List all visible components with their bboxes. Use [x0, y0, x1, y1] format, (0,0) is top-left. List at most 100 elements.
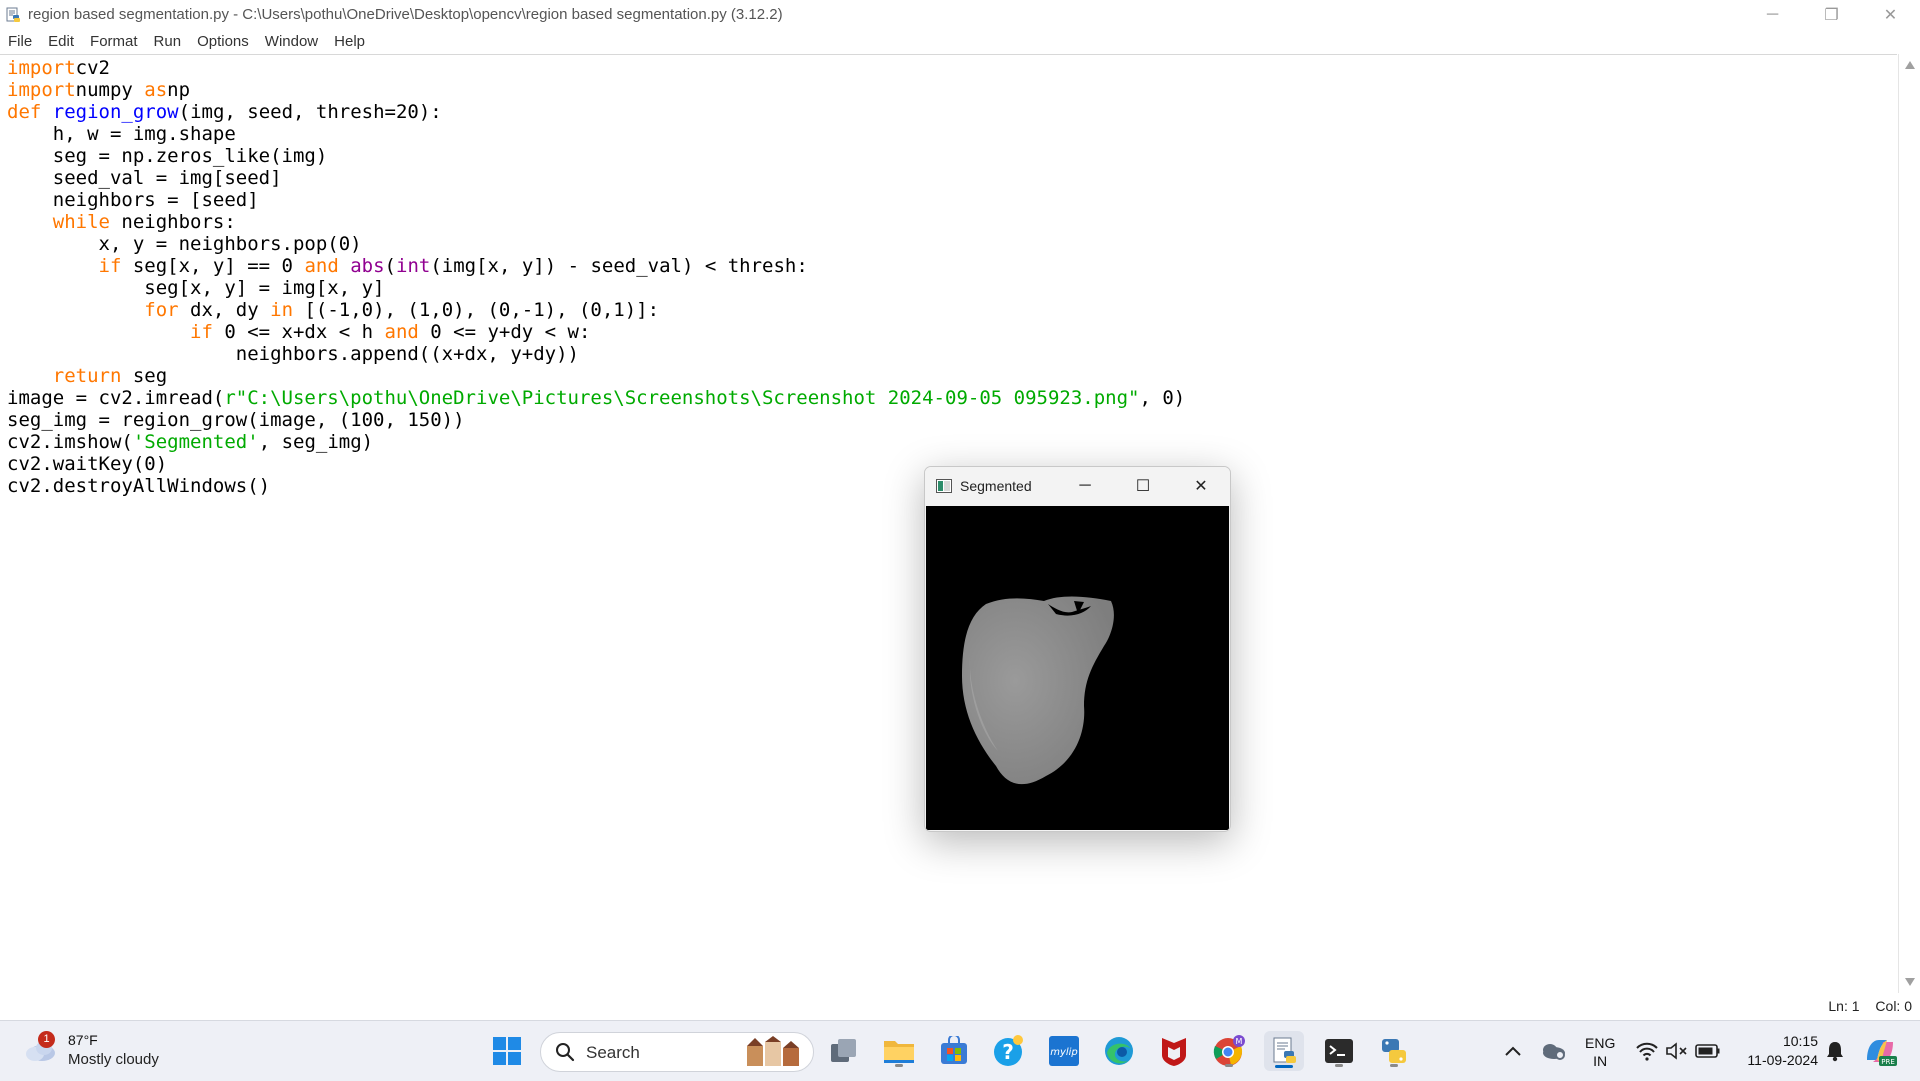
edge-icon[interactable] [1099, 1031, 1139, 1071]
code-token: and [304, 255, 339, 277]
code-token: cv2.imshow( [7, 431, 133, 453]
code-line[interactable]: neighbors = [seed] [7, 189, 1185, 211]
vertical-scrollbar[interactable] [1898, 54, 1920, 993]
code-token: h, w = img.shape [7, 123, 236, 145]
code-token: and [384, 321, 419, 343]
code-line[interactable]: seg = np.zeros_like(img) [7, 145, 1185, 167]
language-indicator[interactable]: ENG IN [1585, 1034, 1615, 1070]
terminal-icon[interactable] [1319, 1031, 1359, 1071]
code-token: seg_img = region_grow(image, (100, 150)) [7, 409, 465, 431]
file-explorer-icon[interactable] [879, 1031, 919, 1071]
code-token: dx, dy [178, 299, 271, 321]
menu-run[interactable]: Run [146, 29, 190, 54]
code-line[interactable]: x, y = neighbors.pop(0) [7, 233, 1185, 255]
code-line[interactable]: for dx, dy in [(-1,0), (1,0), (0,-1), (0… [7, 299, 1185, 321]
copilot-icon[interactable]: PRE [1860, 1031, 1900, 1071]
restore-button[interactable]: ❐ [1802, 0, 1861, 29]
code-line[interactable]: if 0 <= x+dx < h and 0 <= y+dy < w: [7, 321, 1185, 343]
weather-widget[interactable]: 1 87°F Mostly cloudy [22, 1031, 159, 1069]
code-token: in [270, 299, 294, 321]
segmented-minimize-button[interactable]: ─ [1056, 467, 1114, 505]
running-indicator [1225, 1064, 1233, 1067]
code-token: cv2.waitKey(0) [7, 453, 168, 475]
weather-temp: 87°F [68, 1032, 98, 1048]
clock[interactable]: 10:15 11-09-2024 [1747, 1032, 1818, 1070]
start-icon[interactable] [487, 1031, 527, 1071]
segmented-window[interactable]: Segmented ─ ☐ ✕ [924, 466, 1231, 832]
code-token: for [144, 299, 179, 321]
onedrive-cloud-icon[interactable] [1533, 1031, 1573, 1071]
chevron-up-icon[interactable] [1493, 1031, 1533, 1071]
scroll-down-icon[interactable] [1905, 978, 1915, 986]
help-icon[interactable]: ? [989, 1031, 1029, 1071]
code-token: np [167, 79, 191, 101]
chrome-profile-badge: M [1236, 1037, 1243, 1046]
code-line[interactable]: seg[x, y] = img[x, y] [7, 277, 1185, 299]
code-token: while [52, 211, 110, 233]
code-token: cv2.destroyAllWindows() [7, 475, 271, 497]
notification-bell-icon[interactable] [1815, 1031, 1855, 1071]
code-token: (img[x, y]) - seed_val) < thresh: [430, 255, 808, 277]
code-line[interactable]: neighbors.append((x+dx, y+dy)) [7, 343, 1185, 365]
battery-icon[interactable] [1688, 1031, 1728, 1071]
segmented-image [926, 506, 1229, 830]
code-token: if [190, 321, 213, 343]
task-view-icon[interactable] [824, 1031, 864, 1071]
code-token: cv2 [75, 57, 110, 79]
weather-condition: Mostly cloudy [68, 1051, 159, 1068]
code-token: 0 <= y+dy < w: [418, 321, 591, 343]
idle-taskbar-icon[interactable] [1264, 1031, 1304, 1071]
chrome-icon[interactable]: M [1209, 1031, 1249, 1071]
code-line[interactable]: image = cv2.imread(r"C:\Users\pothu\OneD… [7, 387, 1185, 409]
python-icon[interactable] [1374, 1031, 1414, 1071]
menu-help[interactable]: Help [326, 29, 373, 54]
close-button[interactable]: ✕ [1861, 0, 1920, 29]
segmented-maximize-button[interactable]: ☐ [1114, 467, 1172, 505]
code-token: neighbors: [109, 211, 236, 233]
window-title: region based segmentation.py - C:\Users\… [28, 6, 783, 23]
code-token: , seg_img) [258, 431, 374, 453]
segmented-title-bar[interactable]: Segmented ─ ☐ ✕ [925, 467, 1230, 505]
code-line[interactable]: if seg[x, y] == 0 and abs(int(img[x, y])… [7, 255, 1185, 277]
code-line[interactable]: while neighbors: [7, 211, 1185, 233]
code-token: neighbors.append((x+dx, y+dy)) [7, 343, 579, 365]
menu-format[interactable]: Format [82, 29, 146, 54]
mcafee-icon[interactable] [1154, 1031, 1194, 1071]
code-token: region_grow [52, 101, 179, 123]
store-icon[interactable] [934, 1031, 974, 1071]
scroll-up-icon[interactable] [1905, 61, 1915, 69]
code-token: (img, seed, thresh=20): [178, 101, 442, 123]
code-line[interactable]: return seg [7, 365, 1185, 387]
menu-file[interactable]: File [0, 29, 40, 54]
code-line[interactable]: seed_val = img[seed] [7, 167, 1185, 189]
segmented-close-button[interactable]: ✕ [1172, 467, 1230, 505]
image-window-icon [936, 479, 952, 493]
code-line[interactable]: h, w = img.shape [7, 123, 1185, 145]
code-line[interactable]: importcv2 [7, 57, 1185, 79]
code-token: 0 <= x+dx < h [212, 321, 385, 343]
menu-edit[interactable]: Edit [40, 29, 82, 54]
weather-badge: 1 [38, 1031, 55, 1048]
region-code: IN [1593, 1053, 1608, 1069]
active-indicator [1275, 1065, 1293, 1068]
code-line[interactable]: seg_img = region_grow(image, (100, 150)) [7, 409, 1185, 431]
line-indicator: Ln: 1 [1828, 998, 1860, 1014]
cloud-icon: 1 [22, 1031, 58, 1065]
code-line[interactable]: cv2.imshow('Segmented', seg_img) [7, 431, 1185, 453]
python-idle-icon [6, 7, 20, 22]
taskbar-search[interactable]: Search [540, 1032, 814, 1072]
menu-options[interactable]: Options [189, 29, 257, 54]
code-line[interactable]: def region_grow(img, seed, thresh=20): [7, 101, 1185, 123]
code-token: r"C:\Users\pothu\OneDrive\Pictures\Scree… [224, 387, 1140, 409]
menu-window[interactable]: Window [257, 29, 326, 54]
taskbar: 1 87°F Mostly cloudy Search ? mylip M EN… [0, 1020, 1920, 1081]
code-line[interactable]: importnumpy asnp [7, 79, 1185, 101]
code-text[interactable]: importcv2 importnumpy asnp def region_grow… [7, 57, 1185, 497]
minimize-button[interactable]: ─ [1743, 0, 1802, 29]
mylip-icon[interactable]: mylip [1044, 1031, 1084, 1071]
code-token: x, y = neighbors.pop(0) [7, 233, 362, 255]
